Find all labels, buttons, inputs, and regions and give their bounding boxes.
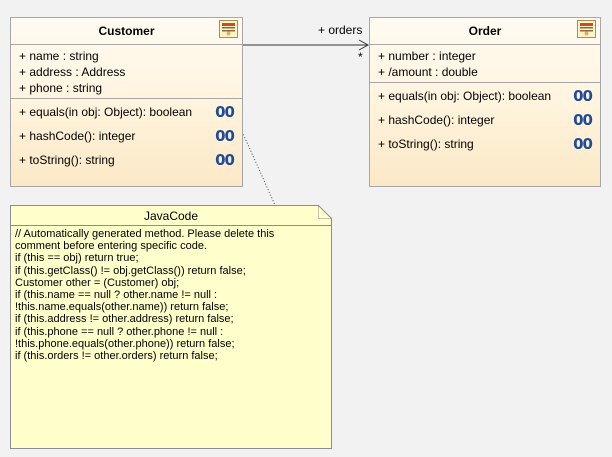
customer-operations: + equals(in obj: Object): boolean 00 + h… [11, 99, 242, 174]
code-line: comment before entering specific code. [15, 240, 207, 253]
code-line: if (this.name == null ? other.name != nu… [15, 288, 218, 301]
order-class[interactable]: Order + number : integer + /amount : dou… [369, 17, 601, 187]
code-glyph-icon: 00 [573, 135, 593, 153]
code-line: if (this.getClass() != obj.getClass()) r… [15, 264, 246, 277]
code-line: Customer other = (Customer) obj; [15, 276, 180, 289]
order-attributes: + number : integer + /amount : double [370, 45, 600, 83]
code-glyph-icon: 00 [215, 127, 235, 145]
customer-class[interactable]: Customer + name : string + address : Add… [10, 17, 243, 187]
operation-label: + hashCode(): integer [19, 129, 136, 143]
order-operations: + equals(in obj: Object): boolean 00 + h… [370, 83, 600, 158]
association-role-label: + orders [318, 23, 363, 37]
code-glyph-icon: 00 [573, 111, 593, 129]
code-glyph-icon: 00 [215, 103, 235, 121]
code-line: if (this.orders != other.orders) return … [15, 349, 218, 362]
code-line: !this.phone.equals(other.phone)) return … [15, 337, 235, 350]
customer-attribute[interactable]: + address : Address [19, 64, 242, 80]
customer-attribute[interactable]: + name : string [19, 48, 242, 64]
code-line: if (this.phone == null ? other.phone != … [15, 325, 224, 338]
java-code-note[interactable]: JavaCode // Automatically generated meth… [10, 205, 332, 449]
operation-label: + toString(): string [19, 153, 115, 167]
code-glyph-icon: 00 [573, 87, 593, 105]
class-icon [219, 20, 238, 38]
association-multiplicity-label: * [358, 50, 363, 64]
note-title: JavaCode [143, 209, 199, 223]
order-attribute[interactable]: + number : integer [378, 48, 600, 64]
operation-label: + hashCode(): integer [378, 113, 495, 127]
operation-label: + equals(in obj: Object): boolean [378, 89, 552, 103]
customer-attribute[interactable]: + phone : string [19, 80, 242, 96]
operation-label: + toString(): string [378, 137, 474, 151]
code-line: if (this == obj) return true; [15, 252, 139, 265]
customer-class-header: Customer [11, 18, 242, 45]
customer-operation[interactable]: + equals(in obj: Object): boolean 00 [19, 102, 242, 126]
order-class-name: Order [468, 24, 502, 38]
order-operation[interactable]: + toString(): string 00 [378, 134, 600, 158]
class-icon [577, 20, 596, 38]
order-attribute[interactable]: + /amount : double [378, 64, 600, 80]
customer-attributes: + name : string + address : Address + ph… [11, 45, 242, 99]
order-class-header: Order [370, 18, 600, 45]
code-line: // Automatically generated method. Pleas… [15, 228, 275, 240]
code-line: if (this.address != other.address) retur… [15, 313, 234, 326]
customer-operation[interactable]: + toString(): string 00 [19, 150, 242, 174]
customer-operation[interactable]: + hashCode(): integer 00 [19, 126, 242, 150]
note-body: // Automatically generated method. Pleas… [11, 226, 331, 362]
order-operation[interactable]: + equals(in obj: Object): boolean 00 [378, 86, 600, 110]
customer-class-name: Customer [98, 24, 155, 38]
code-line: !this.name.equals(other.name)) return fa… [15, 301, 229, 314]
code-glyph-icon: 00 [215, 151, 235, 169]
operation-label: + equals(in obj: Object): boolean [19, 105, 193, 119]
order-operation[interactable]: + hashCode(): integer 00 [378, 110, 600, 134]
note-folded-corner [318, 205, 332, 219]
